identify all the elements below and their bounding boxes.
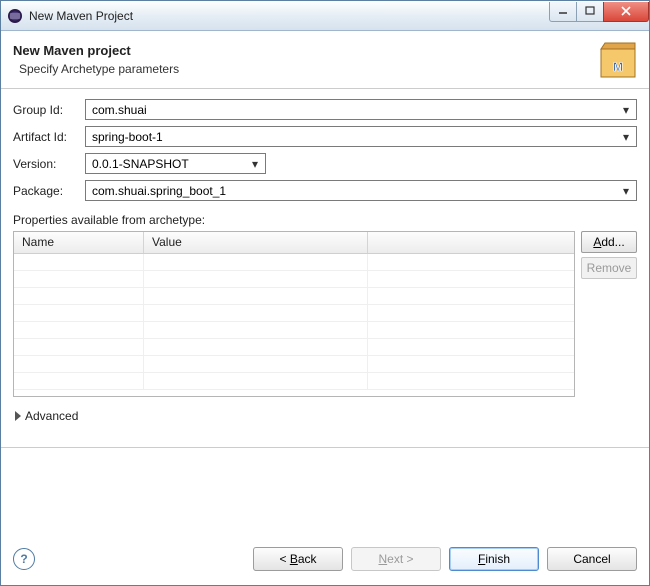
package-label: Package: xyxy=(13,184,85,198)
table-row[interactable] xyxy=(14,254,574,271)
maximize-button[interactable] xyxy=(576,2,604,22)
properties-section-label: Properties available from archetype: xyxy=(13,213,637,227)
table-row[interactable] xyxy=(14,288,574,305)
wizard-banner: New Maven project Specify Archetype para… xyxy=(1,31,649,89)
window-title: New Maven Project xyxy=(29,9,550,23)
banner-subtitle: Specify Archetype parameters xyxy=(13,62,179,76)
group-id-combo[interactable]: ▾ xyxy=(85,99,637,120)
eclipse-icon xyxy=(7,8,23,24)
group-id-input[interactable] xyxy=(90,102,620,118)
dropdown-arrow-icon[interactable]: ▾ xyxy=(620,130,632,144)
group-id-label: Group Id: xyxy=(13,103,85,117)
chevron-right-icon xyxy=(15,411,21,421)
advanced-label: Advanced xyxy=(25,409,78,423)
artifact-id-combo[interactable]: ▾ xyxy=(85,126,637,147)
package-combo[interactable]: ▾ xyxy=(85,180,637,201)
col-name[interactable]: Name xyxy=(14,232,144,253)
table-row[interactable] xyxy=(14,322,574,339)
close-button[interactable] xyxy=(603,2,649,22)
finish-button[interactable]: Finish xyxy=(449,547,539,571)
back-button[interactable]: < Back xyxy=(253,547,343,571)
svg-text:M: M xyxy=(613,60,623,74)
cancel-button[interactable]: Cancel xyxy=(547,547,637,571)
artifact-id-label: Artifact Id: xyxy=(13,130,85,144)
table-row[interactable] xyxy=(14,305,574,322)
help-button[interactable]: ? xyxy=(13,548,35,570)
version-combo[interactable]: ▾ xyxy=(85,153,266,174)
col-blank xyxy=(368,232,574,253)
package-input[interactable] xyxy=(90,183,620,199)
remove-property-button: Remove xyxy=(581,257,637,279)
table-row[interactable] xyxy=(14,373,574,390)
separator xyxy=(1,447,649,448)
table-body[interactable] xyxy=(14,254,574,396)
minimize-button[interactable] xyxy=(549,2,577,22)
properties-table[interactable]: Name Value xyxy=(13,231,575,397)
table-row[interactable] xyxy=(14,356,574,373)
titlebar[interactable]: New Maven Project xyxy=(1,1,649,31)
version-input[interactable] xyxy=(90,156,249,172)
next-button: Next > xyxy=(351,547,441,571)
dropdown-arrow-icon[interactable]: ▾ xyxy=(620,184,632,198)
wizard-footer: ? < Back Next > Finish Cancel xyxy=(1,533,649,585)
advanced-toggle[interactable]: Advanced xyxy=(15,409,637,423)
table-row[interactable] xyxy=(14,271,574,288)
col-value[interactable]: Value xyxy=(144,232,368,253)
artifact-id-input[interactable] xyxy=(90,129,620,145)
table-header: Name Value xyxy=(14,232,574,254)
maven-icon: M xyxy=(597,39,639,81)
table-row[interactable] xyxy=(14,339,574,356)
dropdown-arrow-icon[interactable]: ▾ xyxy=(620,103,632,117)
wizard-content: Group Id: ▾ Artifact Id: ▾ Version: ▾ Pa… xyxy=(1,89,649,533)
version-label: Version: xyxy=(13,157,85,171)
dialog-window: New Maven Project New Maven project Spec… xyxy=(0,0,650,586)
add-property-button[interactable]: Add... xyxy=(581,231,637,253)
banner-title: New Maven project xyxy=(13,43,179,58)
dropdown-arrow-icon[interactable]: ▾ xyxy=(249,157,261,171)
window-controls xyxy=(550,2,649,22)
